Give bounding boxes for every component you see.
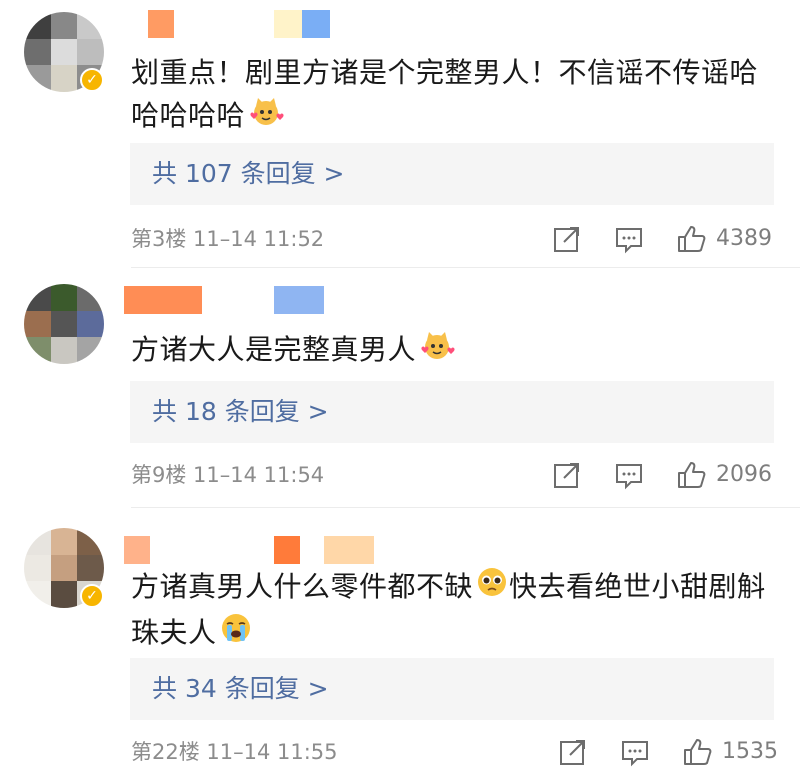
replies-box: 共 107 条回复 > — [130, 143, 774, 205]
thumbs-up-icon[interactable] — [682, 737, 712, 767]
verified-badge-icon: ✓ — [80, 584, 104, 608]
share-icon[interactable] — [558, 737, 588, 767]
pleading-face-emoji — [475, 565, 509, 611]
comment-text: 方诸大人是完整真男人 — [131, 328, 781, 374]
like-count: 2096 — [716, 462, 772, 487]
username-pixelated[interactable] — [124, 536, 384, 564]
action-bar: 1535 — [554, 737, 794, 771]
action-bar: 4389 — [548, 224, 788, 258]
view-replies-link[interactable]: 共 107 条回复 > — [152, 143, 345, 205]
like-count: 1535 — [722, 739, 778, 764]
username-pixelated[interactable] — [124, 286, 344, 314]
comment-item: ✓ 方诸真男人什么零件都不缺 快去看绝世小甜剧斛珠夫人 共 34 条回复 > 第2… — [0, 508, 800, 784]
comment-item: ✓ 划重点！剧里方诸是个完整男人！不信谣不传谣哈哈哈哈哈 共 107 条回复 >… — [0, 0, 800, 268]
action-bar: 2096 — [548, 460, 788, 494]
thumbs-up-icon[interactable] — [676, 224, 706, 254]
like-count: 4389 — [716, 226, 772, 251]
replies-box: 共 18 条回复 > — [130, 381, 774, 443]
comment-icon[interactable] — [620, 737, 650, 767]
share-icon[interactable] — [552, 460, 582, 490]
comment-text: 方诸真男人什么零件都不缺 快去看绝世小甜剧斛珠夫人 — [131, 565, 781, 657]
cat-love-emoji — [418, 328, 456, 374]
cat-love-emoji — [247, 94, 285, 140]
share-icon[interactable] — [552, 224, 582, 254]
comment-item: 方诸大人是完整真男人 共 18 条回复 > 第9楼 11–14 11:54 20… — [0, 268, 800, 508]
comment-icon[interactable] — [614, 224, 644, 254]
replies-box: 共 34 条回复 > — [130, 658, 774, 720]
crying-face-emoji — [219, 611, 253, 657]
thumbs-up-icon[interactable] — [676, 460, 706, 490]
floor-timestamp: 第3楼 11–14 11:52 — [131, 227, 325, 251]
view-replies-link[interactable]: 共 18 条回复 > — [152, 381, 329, 443]
verified-badge-icon: ✓ — [80, 68, 104, 92]
comment-icon[interactable] — [614, 460, 644, 490]
floor-timestamp: 第9楼 11–14 11:54 — [131, 463, 325, 487]
view-replies-link[interactable]: 共 34 条回复 > — [152, 658, 329, 720]
avatar[interactable] — [24, 284, 104, 364]
floor-timestamp: 第22楼 11–14 11:55 — [131, 740, 338, 764]
username-pixelated[interactable] — [124, 10, 344, 38]
comment-text: 划重点！剧里方诸是个完整男人！不信谣不传谣哈哈哈哈哈 — [131, 52, 781, 140]
